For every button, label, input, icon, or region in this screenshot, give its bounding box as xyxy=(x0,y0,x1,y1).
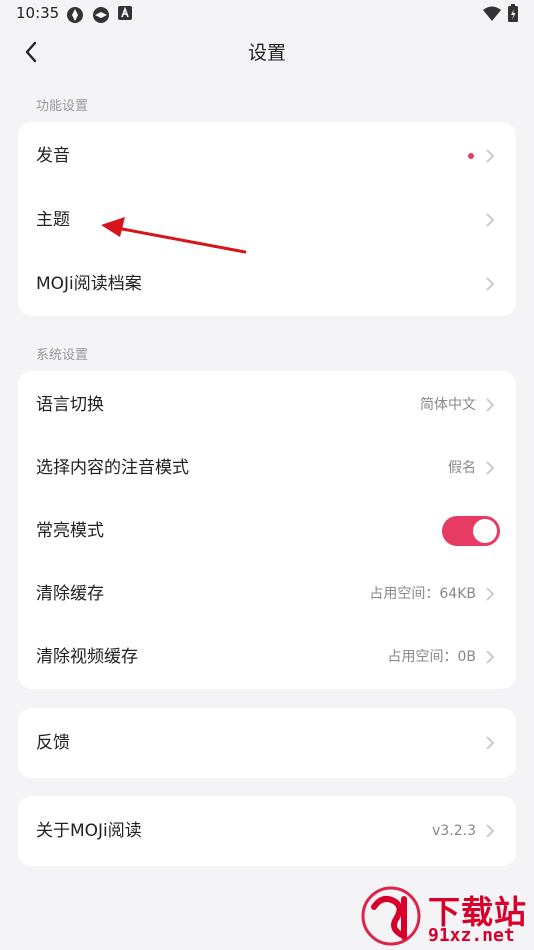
battery-charging-icon xyxy=(508,4,518,22)
row-label: 常亮模式 xyxy=(36,521,104,541)
setting-row-clear-video-cache[interactable]: 清除视频缓存 占用空间：0B xyxy=(18,625,516,689)
row-label: 发音 xyxy=(36,146,70,166)
row-label: 清除缓存 xyxy=(36,584,104,604)
chevron-right-icon xyxy=(486,824,495,838)
row-value: 简体中文 xyxy=(420,397,476,413)
row-value: 占用空间：0B xyxy=(387,649,476,665)
watermark-subtitle: 91xz.net xyxy=(428,925,515,946)
setting-row-about[interactable]: 关于MOJi阅读 v3.2.3 xyxy=(18,799,516,863)
row-label: 语言切换 xyxy=(36,395,104,415)
function-settings-card: 发音 主题 MOJi阅读档案 xyxy=(18,122,516,316)
watermark-logo-icon xyxy=(361,886,421,946)
section-label-system: 系统设置 xyxy=(36,348,89,363)
row-value: v3.2.3 xyxy=(432,823,476,839)
chevron-right-icon xyxy=(486,736,495,750)
setting-row-clear-cache[interactable]: 清除缓存 占用空间：64KB xyxy=(18,562,516,626)
wifi-icon xyxy=(483,6,501,21)
section-label-function: 功能设置 xyxy=(36,99,89,114)
chevron-right-icon xyxy=(486,277,495,291)
status-bar: 10:35 xyxy=(0,0,534,30)
setting-row-pronunciation[interactable]: 发音 xyxy=(18,124,516,188)
system-settings-card: 语言切换 简体中文 选择内容的注音模式 假名 常亮模式 清除缓存 占用空间：64… xyxy=(18,371,516,689)
setting-row-theme[interactable]: 主题 xyxy=(18,188,516,252)
keep-awake-toggle[interactable] xyxy=(442,516,500,546)
annotation-arrow-icon xyxy=(101,217,247,254)
row-label: 关于MOJi阅读 xyxy=(36,821,142,841)
setting-row-annotation-mode[interactable]: 选择内容的注音模式 假名 xyxy=(18,436,516,500)
feedback-card: 反馈 xyxy=(18,708,516,778)
nav-bar: 设置 xyxy=(0,30,534,74)
status-time: 10:35 xyxy=(16,4,60,22)
row-value: 假名 xyxy=(448,460,476,476)
row-label: 反馈 xyxy=(36,733,70,753)
watermark: 下载站 91xz.net xyxy=(360,885,534,949)
row-label: 选择内容的注音模式 xyxy=(36,458,189,478)
setting-row-language[interactable]: 语言切换 简体中文 xyxy=(18,373,516,437)
chevron-right-icon xyxy=(486,149,495,163)
app-notification-icon xyxy=(93,7,109,23)
page-title: 设置 xyxy=(247,42,286,64)
a-badge-icon xyxy=(118,6,132,20)
row-value: 占用空间：64KB xyxy=(369,586,476,602)
chevron-right-icon xyxy=(486,461,495,475)
chevron-right-icon xyxy=(486,213,495,227)
app-notification-icon xyxy=(67,7,83,23)
row-label: 主题 xyxy=(36,210,70,230)
chevron-right-icon xyxy=(486,398,495,412)
setting-row-reading-profile[interactable]: MOJi阅读档案 xyxy=(18,252,516,316)
about-card: 关于MOJi阅读 v3.2.3 xyxy=(18,796,516,866)
chevron-right-icon xyxy=(486,650,495,664)
setting-row-keep-awake: 常亮模式 xyxy=(18,499,516,563)
toggle-knob xyxy=(473,519,497,543)
row-label: 清除视频缓存 xyxy=(36,647,138,667)
chevron-right-icon xyxy=(486,587,495,601)
new-dot-badge xyxy=(468,153,474,159)
setting-row-feedback[interactable]: 反馈 xyxy=(18,711,516,775)
